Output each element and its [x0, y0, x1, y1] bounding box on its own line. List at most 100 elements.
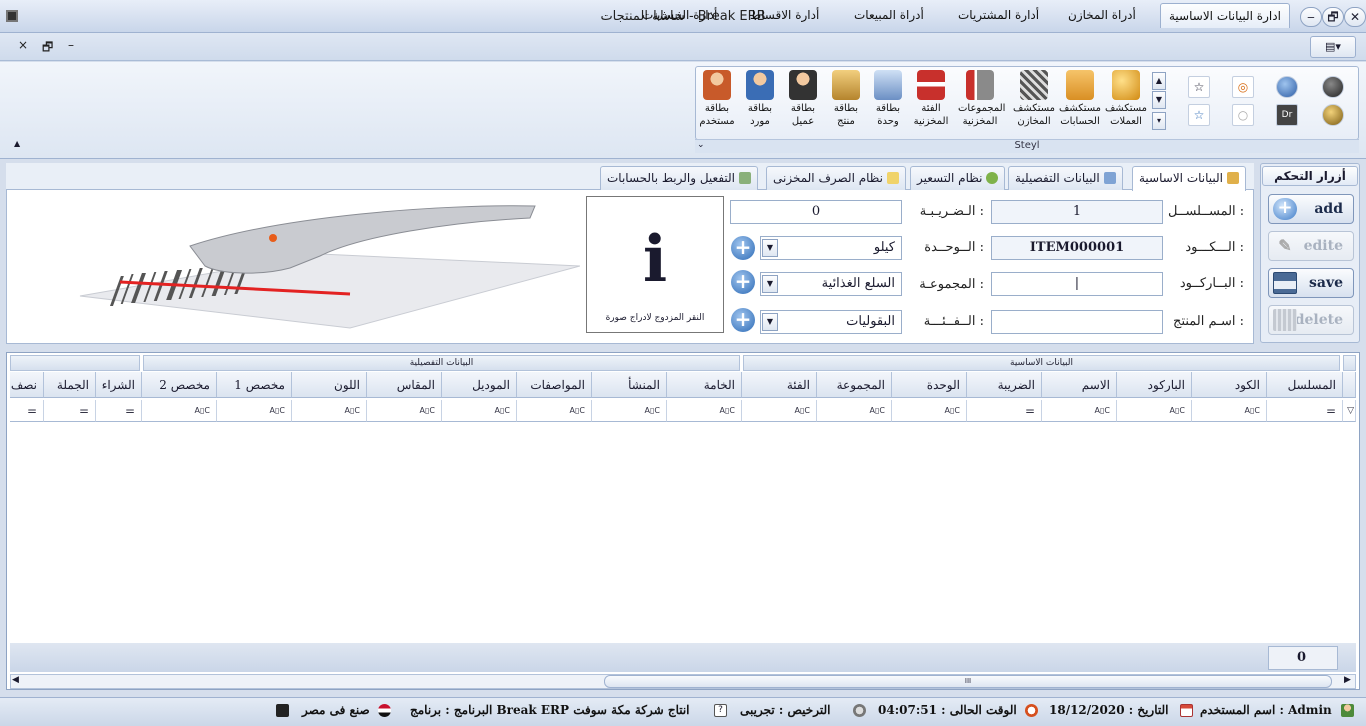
menu-tab-stores[interactable]: أدراة المخازن [1060, 3, 1144, 28]
column-header-tax[interactable]: الضريبة [967, 372, 1042, 398]
unit-select[interactable]: كيلو [760, 236, 902, 260]
theme-swatch-orange-icon[interactable]: ◎ [1232, 76, 1254, 98]
filter-cell-custom1[interactable]: A▯C [217, 400, 292, 422]
gallery-scroll-up-icon[interactable]: ▲ [1152, 72, 1166, 90]
ribbon-item-product-card[interactable]: بطاقة منتج [824, 70, 868, 140]
column-header-category[interactable]: الفئة [742, 372, 817, 398]
column-header-half[interactable]: نصف [10, 372, 44, 398]
filter-cell-name[interactable]: A▯C [1042, 400, 1117, 422]
ribbon-item-user-card[interactable]: بطاقة مستخدم [695, 70, 739, 140]
tab-pricing[interactable]: نظام التسعير [910, 166, 1006, 190]
filter-cell-group[interactable]: A▯C [817, 400, 892, 422]
ribbon-collapse-icon[interactable]: ▲ [14, 139, 20, 148]
tab-activation-accounts[interactable]: التفعيل والربط بالحسابات [600, 166, 758, 190]
group-launcher-icon[interactable]: ⌄ [697, 140, 705, 150]
restore-button[interactable]: 🗗 [1322, 7, 1344, 27]
column-header-color[interactable]: اللون [292, 372, 367, 398]
gallery-scroll-down-icon[interactable]: ▼ [1152, 91, 1166, 109]
mdi-close-icon[interactable]: × [18, 38, 28, 52]
column-header-name[interactable]: الاسم [1042, 372, 1117, 398]
column-header-code[interactable]: الكود [1192, 372, 1267, 398]
tab-basic-data[interactable]: البيانات الاساسية [1132, 166, 1246, 191]
mdi-restore-icon[interactable]: 🗗 [42, 38, 53, 59]
theme-swatch-dark-icon[interactable] [1322, 76, 1344, 98]
code-field[interactable]: ITEM000001 [991, 236, 1163, 260]
column-header-custom2[interactable]: مخصص 2 [142, 372, 217, 398]
column-header-material[interactable]: الخامة [667, 372, 742, 398]
mdi-minimize-icon[interactable]: – [68, 38, 74, 52]
ribbon-item-store-category[interactable]: الفئة المخزنية [909, 70, 953, 140]
ribbon-item-store-groups[interactable]: المجموعات المخزنية [958, 70, 1005, 140]
serial-field[interactable]: 1 [991, 200, 1163, 224]
ribbon-item-accounts-explorer[interactable]: مستكشف الحسابات [1058, 70, 1102, 140]
add-unit-button[interactable]: + [731, 236, 755, 260]
filter-cell-unit[interactable]: A▯C [892, 400, 967, 422]
filter-cell-serial[interactable]: = [1267, 400, 1343, 422]
minimize-button[interactable]: ‒ [1300, 7, 1322, 27]
ribbon-item-stores-explorer[interactable]: مستكشف المخازن [1012, 70, 1056, 140]
ribbon-item-supplier-card[interactable]: بطاقة مورد [738, 70, 782, 140]
menu-tab-purchases[interactable]: أدارة المشتريات [950, 3, 1047, 28]
scroll-right-icon[interactable]: ▶ [1344, 675, 1351, 685]
column-header-barcode[interactable]: الباركود [1117, 372, 1192, 398]
add-category-button[interactable]: + [731, 308, 755, 332]
column-header-custom1[interactable]: مخصص 1 [217, 372, 292, 398]
theme-swatch-gold-icon[interactable] [1322, 104, 1344, 126]
tax-field[interactable]: 0 [730, 200, 902, 224]
scroll-left-icon[interactable]: ◀ [12, 675, 19, 685]
column-header-group[interactable]: المجموعة [817, 372, 892, 398]
application-menu-button[interactable]: ▤▾ [1310, 36, 1356, 58]
theme-swatch-blue-icon[interactable] [1276, 76, 1298, 98]
add-button[interactable]: + add [1268, 194, 1354, 224]
close-button[interactable]: ✕ [1344, 7, 1366, 27]
ribbon-item-customer-card[interactable]: بطاقة عميل [781, 70, 825, 140]
filter-cell-custom2[interactable]: A▯C [142, 400, 217, 422]
filter-icon[interactable]: ▽ [1343, 400, 1356, 422]
scroll-thumb[interactable]: III [604, 675, 1332, 688]
filter-cell-origin[interactable]: A▯C [592, 400, 667, 422]
theme-swatch-light-icon[interactable]: ○ [1232, 104, 1254, 126]
ribbon-item-currency-explorer[interactable]: مستكشف العملات [1104, 70, 1148, 140]
column-header-serial[interactable]: المسلسل [1267, 372, 1343, 398]
filter-cell-wholesale[interactable]: = [44, 400, 96, 422]
column-header-specs[interactable]: المواصفات [517, 372, 592, 398]
edit-button[interactable]: ✎ edite [1268, 231, 1354, 261]
filter-cell-specs[interactable]: A▯C [517, 400, 592, 422]
tab-stock-issue[interactable]: نظام الصرف المخزنى [766, 166, 906, 190]
chevron-down-icon[interactable]: ▼ [762, 275, 778, 293]
column-header-size[interactable]: المقاس [367, 372, 442, 398]
save-button[interactable]: save [1268, 268, 1354, 298]
theme-swatch-dr-icon[interactable]: Dr [1276, 104, 1298, 126]
filter-cell-purchase[interactable]: = [96, 400, 142, 422]
chevron-down-icon[interactable]: ▼ [762, 239, 778, 257]
filter-cell-half[interactable]: = [10, 400, 44, 422]
filter-cell-color[interactable]: A▯C [292, 400, 367, 422]
delete-button[interactable]: delete [1268, 305, 1354, 335]
column-header-origin[interactable]: المنشأ [592, 372, 667, 398]
gallery-expand-icon[interactable]: ▾ [1152, 112, 1166, 130]
column-header-purchase[interactable]: الشراء [96, 372, 142, 398]
menu-tab-accounts[interactable]: أدارة الحسابات [634, 3, 725, 28]
filter-cell-model[interactable]: A▯C [442, 400, 517, 422]
menu-tab-basic-data[interactable]: ادارة البيانات الاساسية [1160, 3, 1290, 28]
theme-swatch-star-icon[interactable]: ☆ [1188, 76, 1210, 98]
filter-cell-tax[interactable]: = [967, 400, 1042, 422]
filter-cell-size[interactable]: A▯C [367, 400, 442, 422]
filter-cell-category[interactable]: A▯C [742, 400, 817, 422]
theme-swatch-blue-star-icon[interactable]: ☆ [1188, 104, 1210, 126]
filter-cell-barcode[interactable]: A▯C [1117, 400, 1192, 422]
product-image-box[interactable]: i النقر المزدوج لادراج صورة [586, 196, 724, 333]
tab-detail-data[interactable]: البيانات التفصيلية [1008, 166, 1123, 190]
chevron-down-icon[interactable]: ▼ [762, 313, 778, 331]
column-header-model[interactable]: الموديل [442, 372, 517, 398]
menu-tab-installments[interactable]: أدارة الاقساط [742, 3, 827, 28]
add-group-button[interactable]: + [731, 270, 755, 294]
menu-tab-sales[interactable]: أدراة المبيعات [846, 3, 932, 28]
filter-cell-material[interactable]: A▯C [667, 400, 742, 422]
product-name-field[interactable] [991, 310, 1163, 334]
group-select[interactable]: السلع الغذائية [760, 272, 902, 296]
column-header-unit[interactable]: الوحدة [892, 372, 967, 398]
category-select[interactable]: البقوليات [760, 310, 902, 334]
ribbon-item-unit-card[interactable]: بطاقة وحدة [866, 70, 910, 140]
filter-cell-code[interactable]: A▯C [1192, 400, 1267, 422]
